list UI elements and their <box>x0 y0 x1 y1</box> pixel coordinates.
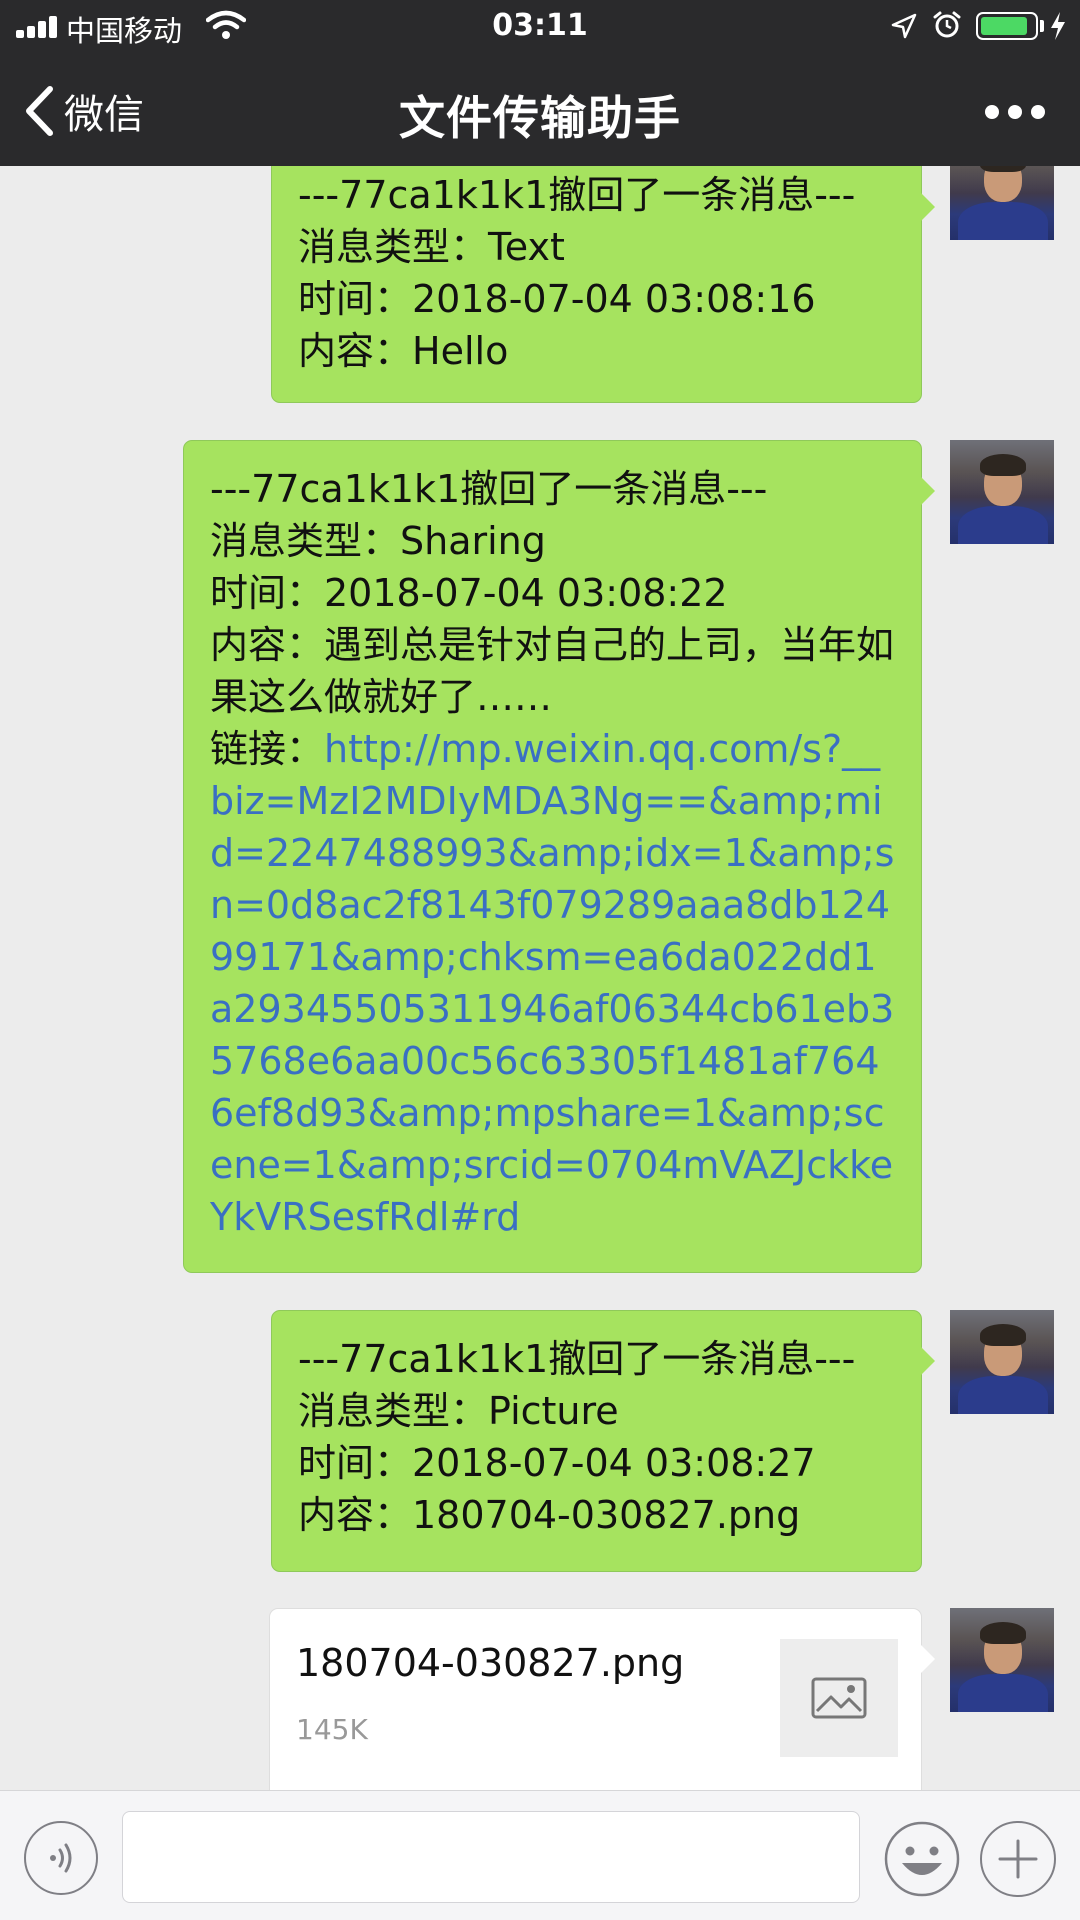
status-bar: 中国移动 03:11 <box>0 0 1080 56</box>
file-size: 145K <box>296 1713 368 1746</box>
battery-tip <box>1040 20 1044 32</box>
shared-link[interactable]: http://mp.weixin.qq.com/s?__biz=MzI2MDIy… <box>210 727 894 1239</box>
bubble-tail <box>921 1645 935 1673</box>
message-time-line: 时间：2018-07-04 03:08:16 <box>298 277 816 321</box>
plus-button[interactable] <box>980 1821 1056 1897</box>
emoji-icon[interactable] <box>884 1821 960 1897</box>
message-content-line: 内容：Hello <box>298 329 509 373</box>
avatar[interactable] <box>950 1608 1054 1712</box>
battery-fill <box>981 17 1027 35</box>
more-dots-icon[interactable] <box>985 102 1045 122</box>
message-content-line: 内容：遇到总是针对自己的上司，当年如果这么做就好了…… <box>210 623 895 719</box>
image-icon <box>811 1677 867 1719</box>
bubble-tail <box>921 477 935 505</box>
location-arrow-icon <box>891 13 917 39</box>
link-label: 链接： <box>210 727 325 771</box>
input-toolbar <box>0 1790 1080 1920</box>
recall-header: ---77ca1k1k1撤回了一条消息--- <box>210 467 768 511</box>
voice-icon <box>50 1843 72 1873</box>
charging-bolt-icon <box>1051 12 1065 40</box>
page-title: 文件传输助手 <box>399 91 681 145</box>
navigation-bar: 微信 文件传输助手 <box>0 56 1080 166</box>
recall-header: ---77ca1k1k1撤回了一条消息--- <box>298 1337 856 1381</box>
file-name: 180704-030827.png <box>296 1641 685 1685</box>
message-time-line: 时间：2018-07-04 03:08:27 <box>298 1441 816 1485</box>
alarm-clock-icon <box>933 11 961 38</box>
top-header: 中国移动 03:11 微信 文件传输助手 <box>0 0 1080 166</box>
message-type-line: 消息类型：Picture <box>298 1389 619 1433</box>
message-bubble[interactable]: ---77ca1k1k1撤回了一条消息--- 消息类型：Picture 时间：2… <box>271 1310 935 1572</box>
recall-header: ---77ca1k1k1撤回了一条消息--- <box>298 173 856 217</box>
status-time: 03:11 <box>492 8 588 43</box>
avatar[interactable] <box>950 166 1054 240</box>
file-message-card[interactable]: 180704-030827.png 145K <box>269 1608 935 1790</box>
message-time-line: 时间：2018-07-04 03:08:22 <box>210 571 728 615</box>
voice-button[interactable] <box>24 1821 98 1895</box>
message-content-line: 内容：180704-030827.png <box>298 1493 801 1537</box>
battery-icon <box>976 12 1038 40</box>
message-type-line: 消息类型：Text <box>298 225 565 269</box>
message-bubble[interactable]: ---77ca1k1k1撤回了一条消息--- 消息类型：Text 时间：2018… <box>271 166 935 403</box>
avatar[interactable] <box>950 1310 1054 1414</box>
message-input[interactable] <box>122 1811 860 1903</box>
message-link-line: 链接：http://mp.weixin.qq.com/s?__biz=MzI2M… <box>210 723 895 1243</box>
bubble-tail <box>921 193 935 221</box>
message-bubble[interactable]: ---77ca1k1k1撤回了一条消息--- 消息类型：Sharing 时间：2… <box>183 440 935 1273</box>
avatar[interactable] <box>950 440 1054 544</box>
chat-area[interactable]: ---77ca1k1k1撤回了一条消息--- 消息类型：Text 时间：2018… <box>0 166 1080 1790</box>
plus-icon <box>998 1839 1038 1879</box>
message-type-line: 消息类型：Sharing <box>210 519 546 563</box>
bubble-tail <box>921 1347 935 1375</box>
file-thumbnail <box>780 1639 898 1757</box>
